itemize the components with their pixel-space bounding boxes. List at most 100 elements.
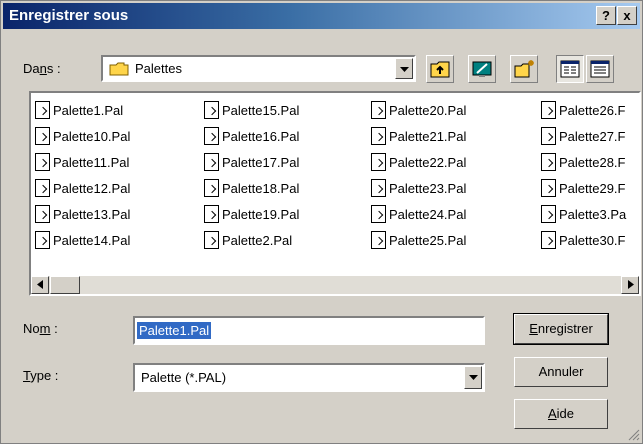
file-icon [371, 231, 386, 249]
file-icon [35, 179, 50, 197]
up-folder-icon [430, 61, 450, 78]
file-icon [541, 101, 556, 119]
file-column: Palette20.Pal Palette21.Pal Palette22.Pal P… [371, 97, 466, 253]
chevron-down-icon [400, 67, 409, 72]
list-view-button[interactable] [556, 55, 584, 83]
window-title: Enregistrer sous [9, 7, 129, 24]
save-as-dialog: Enregistrer sous ? x Dans : Palettes Pal… [0, 0, 643, 444]
new-folder-button[interactable] [510, 55, 538, 83]
file-name: Palette19.Pal [222, 206, 300, 222]
file-item[interactable]: Palette18.Pal [204, 175, 299, 201]
chevron-down-icon [469, 375, 478, 380]
file-name: Palette2.Pal [222, 232, 293, 248]
location-dropdown-button[interactable] [395, 58, 413, 79]
file-item[interactable]: Palette10.Pal [35, 123, 130, 149]
details-view-button[interactable] [586, 55, 614, 83]
file-column: Palette1.Pal Palette10.Pal Palette11.Pal Pa… [35, 97, 130, 253]
file-item[interactable]: Palette20.Pal [371, 97, 466, 123]
desktop-button[interactable] [468, 55, 496, 83]
file-type-select[interactable]: Palette (*.PAL) [133, 363, 485, 392]
scroll-thumb[interactable] [50, 276, 80, 294]
scroll-right-button[interactable] [621, 276, 639, 294]
file-name-value: Palette1.Pal [137, 322, 212, 339]
file-item[interactable]: Palette23.Pal [371, 175, 466, 201]
file-name: Palette17.Pal [222, 154, 300, 170]
file-item[interactable]: Palette3.Pa [541, 201, 626, 227]
up-folder-button[interactable] [426, 55, 454, 83]
file-icon [204, 179, 219, 197]
file-name: Palette24.Pal [389, 206, 467, 222]
file-item[interactable]: Palette12.Pal [35, 175, 130, 201]
file-icon [371, 153, 386, 171]
file-item[interactable]: Palette1.Pal [35, 97, 130, 123]
file-item[interactable]: Palette11.Pal [35, 149, 130, 175]
file-item[interactable]: Palette19.Pal [204, 201, 299, 227]
horizontal-scrollbar[interactable] [31, 276, 639, 294]
file-icon [541, 205, 556, 223]
file-icon [35, 127, 50, 145]
scroll-left-button[interactable] [31, 276, 49, 294]
file-item[interactable]: Palette30.F [541, 227, 626, 253]
title-bar[interactable]: Enregistrer sous ? x [3, 3, 640, 29]
file-item[interactable]: Palette29.F [541, 175, 626, 201]
file-name: Palette27.F [559, 128, 626, 144]
file-item[interactable]: Palette25.Pal [371, 227, 466, 253]
list-view-icon [560, 60, 580, 78]
cancel-button[interactable]: Annuler [514, 357, 608, 387]
file-icon [204, 127, 219, 145]
file-icon [371, 127, 386, 145]
file-name: Palette14.Pal [53, 232, 131, 248]
file-icon [541, 127, 556, 145]
file-item[interactable]: Palette2.Pal [204, 227, 299, 253]
file-name: Palette29.F [559, 180, 626, 196]
file-name: Palette20.Pal [389, 102, 467, 118]
file-name: Palette15.Pal [222, 102, 300, 118]
file-name-input[interactable]: Palette1.Pal [133, 316, 485, 345]
file-icon [541, 153, 556, 171]
type-label: Type : [23, 368, 59, 383]
file-name: Palette21.Pal [389, 128, 467, 144]
file-list[interactable]: Palette1.Pal Palette10.Pal Palette11.Pal Pa… [29, 91, 641, 296]
file-column: Palette15.Pal Palette16.Pal Palette17.Pal P… [204, 97, 299, 253]
file-icon [204, 101, 219, 119]
resize-grip-icon[interactable] [628, 429, 640, 441]
file-name: Palette18.Pal [222, 180, 300, 196]
file-icon [204, 153, 219, 171]
file-name: Palette12.Pal [53, 180, 131, 196]
file-item[interactable]: Palette15.Pal [204, 97, 299, 123]
file-name: Palette10.Pal [53, 128, 131, 144]
details-view-icon [590, 60, 610, 78]
file-column: Palette26.F Palette27.F Palette28.F Palette… [541, 97, 626, 253]
file-icon [371, 205, 386, 223]
file-icon [35, 231, 50, 249]
file-item[interactable]: Palette24.Pal [371, 201, 466, 227]
desktop-icon [472, 61, 492, 77]
file-item[interactable]: Palette13.Pal [35, 201, 130, 227]
file-item[interactable]: Palette16.Pal [204, 123, 299, 149]
file-icon [35, 205, 50, 223]
file-icon [541, 231, 556, 249]
file-name: Palette25.Pal [389, 232, 467, 248]
file-item[interactable]: Palette26.F [541, 97, 626, 123]
help-button[interactable]: Aide [514, 399, 608, 429]
file-name: Palette23.Pal [389, 180, 467, 196]
file-name: Palette16.Pal [222, 128, 300, 144]
file-name: Palette26.F [559, 102, 626, 118]
file-icon [541, 179, 556, 197]
file-item[interactable]: Palette27.F [541, 123, 626, 149]
file-type-dropdown-button[interactable] [464, 366, 482, 389]
file-item[interactable]: Palette28.F [541, 149, 626, 175]
file-item[interactable]: Palette21.Pal [371, 123, 466, 149]
new-folder-icon [514, 60, 534, 78]
location-combo[interactable]: Palettes [101, 55, 416, 82]
close-button[interactable]: x [617, 6, 637, 25]
file-icon [35, 153, 50, 171]
file-item[interactable]: Palette14.Pal [35, 227, 130, 253]
file-item[interactable]: Palette22.Pal [371, 149, 466, 175]
help-title-button[interactable]: ? [596, 6, 616, 25]
file-type-value: Palette (*.PAL) [141, 370, 227, 385]
file-item[interactable]: Palette17.Pal [204, 149, 299, 175]
location-value: Palettes [135, 61, 182, 76]
save-button[interactable]: Enregistrer [513, 313, 609, 345]
file-icon [371, 179, 386, 197]
